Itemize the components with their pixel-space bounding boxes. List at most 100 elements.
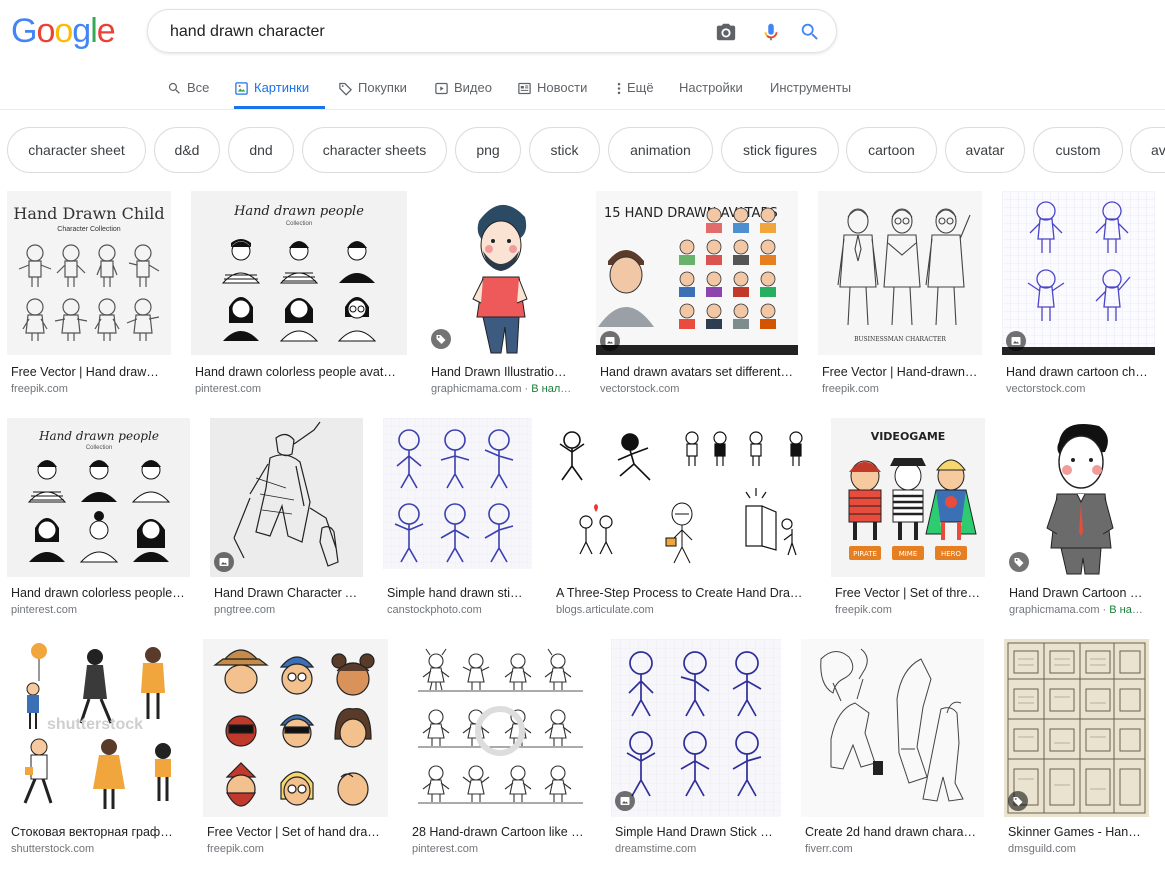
result-thumbnail[interactable]: [210, 418, 363, 577]
image-result[interactable]: Hand drawn people Collection Hand drawn …: [191, 191, 407, 401]
image-result[interactable]: Hand Drawn Character Art pngtree.com: [210, 418, 363, 628]
image-result[interactable]: Hand Drawn Child Character Collection Fr…: [7, 191, 171, 401]
image-result[interactable]: Simple Hand Drawn Stick Figures dreamsti…: [611, 639, 781, 864]
tab-video[interactable]: Видео: [434, 76, 492, 109]
result-title[interactable]: Free Vector | Hand drawn child character…: [11, 365, 161, 379]
result-title[interactable]: Hand Drawn Cartoon Vector Character: [1009, 586, 1146, 600]
result-thumbnail[interactable]: Hand drawn people Collection: [191, 191, 407, 355]
image-result[interactable]: A Three-Step Process to Create Hand Draw…: [552, 418, 811, 628]
result-title[interactable]: A Three-Step Process to Create Hand Draw…: [556, 586, 807, 600]
image-result[interactable]: Skinner Games - Hand Drawn dmsguild.com: [1004, 639, 1149, 864]
result-thumbnail[interactable]: Hand Drawn Child Character Collection: [7, 191, 171, 355]
result-thumbnail[interactable]: [1005, 418, 1150, 577]
chip[interactable]: character sheets: [302, 127, 447, 173]
result-title[interactable]: Hand Drawn Character Art: [214, 586, 359, 600]
image-result[interactable]: Hand drawn people Collection Hand drawn …: [7, 418, 190, 628]
result-source[interactable]: freepik.com: [835, 604, 981, 616]
tab-all[interactable]: Все: [167, 76, 209, 109]
chip[interactable]: animation: [608, 127, 713, 173]
image-result[interactable]: Hand Drawn Cartoon Vector Character grap…: [1005, 418, 1150, 628]
result-thumbnail[interactable]: 15 HAND DRAWN AVATARS: [596, 191, 798, 355]
result-thumbnail[interactable]: [427, 191, 576, 355]
result-thumbnail[interactable]: VIDEOGAME PIRATE MIME HERO: [831, 418, 985, 577]
result-source[interactable]: pinterest.com: [195, 383, 401, 395]
tab-more[interactable]: Ещё: [616, 76, 654, 109]
mic-icon[interactable]: [760, 21, 782, 43]
chip[interactable]: dnd: [228, 127, 294, 173]
result-source[interactable]: shutterstock.com: [11, 843, 179, 855]
result-thumbnail[interactable]: [1004, 639, 1149, 817]
result-title[interactable]: Create 2d hand drawn character art: [805, 825, 980, 839]
result-source[interactable]: freepik.com: [822, 383, 978, 395]
result-source[interactable]: graphicmama.com · В наличии: [1009, 604, 1146, 616]
image-result[interactable]: VIDEOGAME PIRATE MIME HERO Free Vector |: [831, 418, 985, 628]
in-stock-label: В наличии: [531, 383, 572, 395]
result-thumbnail[interactable]: [801, 639, 984, 817]
chip[interactable]: character sheet: [7, 127, 146, 173]
result-source[interactable]: blogs.articulate.com: [556, 604, 807, 616]
image-result[interactable]: 15 HAND DRAWN AVATARS Hand drawn avatars…: [596, 191, 798, 401]
result-source[interactable]: freepik.com: [11, 383, 161, 395]
result-source[interactable]: pinterest.com: [412, 843, 587, 855]
result-source[interactable]: vectorstock.com: [1006, 383, 1151, 395]
result-source[interactable]: graphicmama.com · В наличии: [431, 383, 572, 395]
image-result[interactable]: 28 Hand-drawn Cartoon like figures pinte…: [408, 639, 591, 864]
result-title[interactable]: Free Vector | Set of hand drawn avatars: [207, 825, 384, 839]
result-title[interactable]: Hand drawn colorless people avatars: [11, 586, 186, 600]
result-source[interactable]: dreamstime.com: [615, 843, 777, 855]
search-input[interactable]: [168, 19, 692, 45]
result-source[interactable]: fiverr.com: [805, 843, 980, 855]
tab-news[interactable]: Новости: [517, 76, 587, 109]
chip[interactable]: png: [455, 127, 521, 173]
search-icon[interactable]: [799, 21, 821, 43]
result-title[interactable]: Skinner Games - Hand Drawn: [1008, 825, 1145, 839]
tab-shopping[interactable]: Покупки: [338, 76, 407, 109]
result-title[interactable]: Free Vector | Hand-drawn businessman cha…: [822, 365, 978, 379]
result-title[interactable]: Hand drawn cartoon characters: [1006, 365, 1151, 379]
result-thumbnail[interactable]: shutterstock: [7, 639, 183, 817]
result-title[interactable]: Hand drawn colorless people avatars coll…: [195, 365, 401, 379]
result-source[interactable]: pngtree.com: [214, 604, 359, 616]
image-result[interactable]: Hand drawn cartoon characters vectorstoc…: [1002, 191, 1155, 401]
chip[interactable]: cartoon: [846, 127, 937, 173]
chip[interactable]: d&d: [154, 127, 220, 173]
result-thumbnail[interactable]: [383, 418, 532, 577]
result-source[interactable]: vectorstock.com: [600, 383, 794, 395]
result-title[interactable]: Hand Drawn Illustration Character: [431, 365, 572, 379]
logo-letter: G: [11, 12, 37, 50]
result-title[interactable]: Simple hand drawn stick figures: [387, 586, 528, 600]
chip[interactable]: avatar: [945, 127, 1025, 173]
image-result[interactable]: Create 2d hand drawn character art fiver…: [801, 639, 984, 864]
result-thumbnail[interactable]: [552, 418, 811, 577]
result-thumbnail[interactable]: [408, 639, 591, 817]
result-title[interactable]: Simple Hand Drawn Stick Figures: [615, 825, 777, 839]
result-thumbnail[interactable]: [203, 639, 388, 817]
image-result[interactable]: BUSINESSMAN CHARACTER Free Vector | Hand…: [818, 191, 982, 401]
result-thumbnail[interactable]: Hand drawn people Collection: [7, 418, 190, 577]
image-result[interactable]: Free Vector | Set of hand drawn avatars …: [203, 639, 388, 864]
image-result[interactable]: Simple hand drawn stick figures canstock…: [383, 418, 532, 628]
google-logo[interactable]: Google: [11, 12, 116, 50]
result-thumbnail[interactable]: [1002, 191, 1155, 355]
camera-icon[interactable]: [715, 21, 737, 43]
image-result[interactable]: shutterstock Стоковая векторная графика …: [7, 639, 183, 864]
result-source[interactable]: canstockphoto.com: [387, 604, 528, 616]
result-source[interactable]: dmsguild.com: [1008, 843, 1145, 855]
result-title[interactable]: Стоковая векторная графика hand drawn ch…: [11, 825, 179, 839]
result-thumbnail[interactable]: [611, 639, 781, 817]
chip[interactable]: stick figures: [721, 127, 839, 173]
result-thumbnail[interactable]: BUSINESSMAN CHARACTER: [818, 191, 982, 355]
chip[interactable]: custom: [1033, 127, 1123, 173]
tab-tools[interactable]: Инструменты: [770, 76, 851, 109]
image-result[interactable]: Hand Drawn Illustration Character graphi…: [427, 191, 576, 401]
result-source[interactable]: pinterest.com: [11, 604, 186, 616]
result-title[interactable]: Free Vector | Set of three videogame cha…: [835, 586, 981, 600]
result-title[interactable]: 28 Hand-drawn Cartoon like figures: [412, 825, 587, 839]
chip[interactable]: av: [1130, 127, 1165, 173]
chip[interactable]: stick: [529, 127, 600, 173]
result-title[interactable]: Hand drawn avatars set different charact…: [600, 365, 794, 379]
tab-images[interactable]: Картинки: [234, 76, 325, 109]
tab-settings[interactable]: Настройки: [679, 76, 743, 109]
result-source[interactable]: freepik.com: [207, 843, 384, 855]
tag-icon: [1009, 552, 1029, 572]
